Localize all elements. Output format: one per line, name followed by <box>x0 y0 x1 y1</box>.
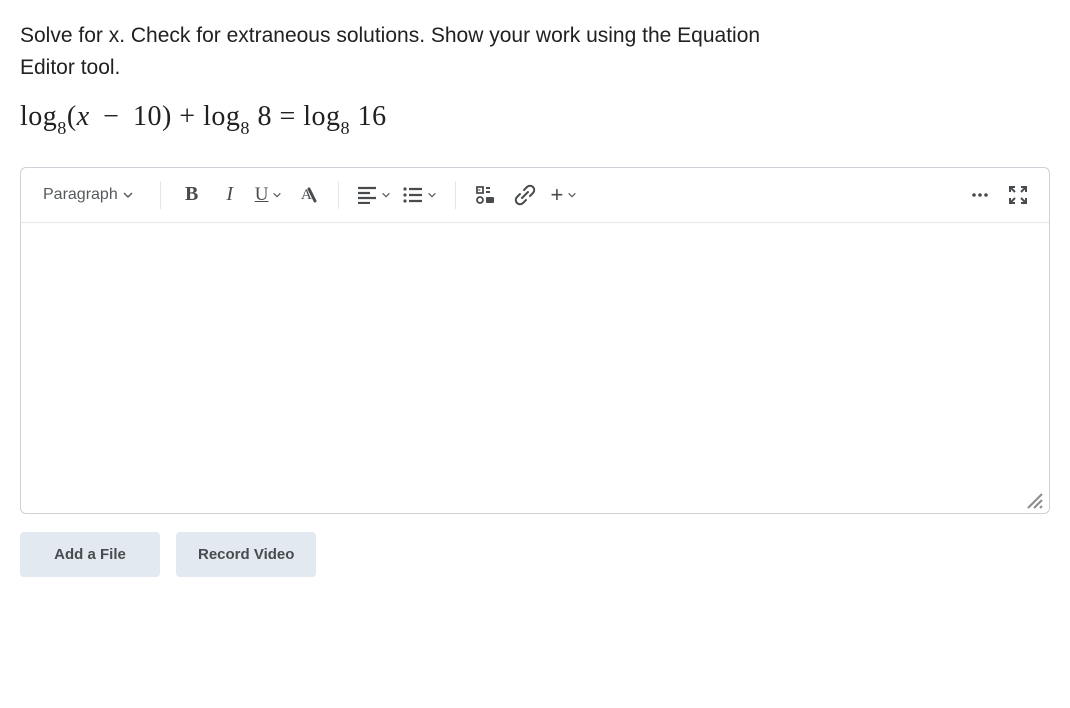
editor-toolbar: Paragraph B I U A <box>21 168 1049 223</box>
rich-text-editor: Paragraph B I U A <box>20 167 1050 514</box>
record-video-button[interactable]: Record Video <box>176 532 316 577</box>
bold-button[interactable]: B <box>175 178 209 212</box>
align-button[interactable] <box>353 178 395 212</box>
question-line1: Solve for x. Check for extraneous soluti… <box>20 24 760 47</box>
equation-display: log8(x − 10) + log8 8 = log8 16 <box>20 101 1050 137</box>
question-line2: Editor tool. <box>20 56 120 79</box>
link-icon <box>514 184 536 206</box>
format-select-label: Paragraph <box>43 186 118 204</box>
insert-media-icon <box>476 185 498 205</box>
format-select[interactable]: Paragraph <box>39 180 138 210</box>
fullscreen-button[interactable] <box>1001 178 1035 212</box>
question-prompt: Solve for x. Check for extraneous soluti… <box>20 20 1050 83</box>
italic-button[interactable]: I <box>213 178 247 212</box>
toolbar-separator <box>455 181 456 209</box>
chevron-down-icon <box>427 190 437 200</box>
resize-handle-icon[interactable] <box>1025 491 1043 509</box>
toolbar-separator <box>338 181 339 209</box>
align-left-icon <box>357 186 377 204</box>
link-button[interactable] <box>508 178 542 212</box>
chevron-down-icon <box>122 189 134 201</box>
chevron-down-icon <box>567 190 577 200</box>
bullet-list-icon <box>403 186 423 204</box>
add-file-button[interactable]: Add a File <box>20 532 160 577</box>
underline-button[interactable]: U <box>251 178 287 212</box>
chevron-down-icon <box>272 190 282 200</box>
chevron-down-icon <box>381 190 391 200</box>
insert-more-button[interactable]: + <box>546 178 581 212</box>
text-color-icon: A <box>296 184 318 206</box>
fullscreen-icon <box>1008 185 1028 205</box>
text-color-button[interactable]: A <box>290 178 324 212</box>
toolbar-separator <box>160 181 161 209</box>
action-buttons: Add a File Record Video <box>20 532 1050 577</box>
more-actions-button[interactable] <box>963 178 997 212</box>
media-button[interactable] <box>470 178 504 212</box>
editor-textarea[interactable] <box>21 223 1049 513</box>
ellipsis-icon <box>970 185 990 205</box>
list-button[interactable] <box>399 178 441 212</box>
